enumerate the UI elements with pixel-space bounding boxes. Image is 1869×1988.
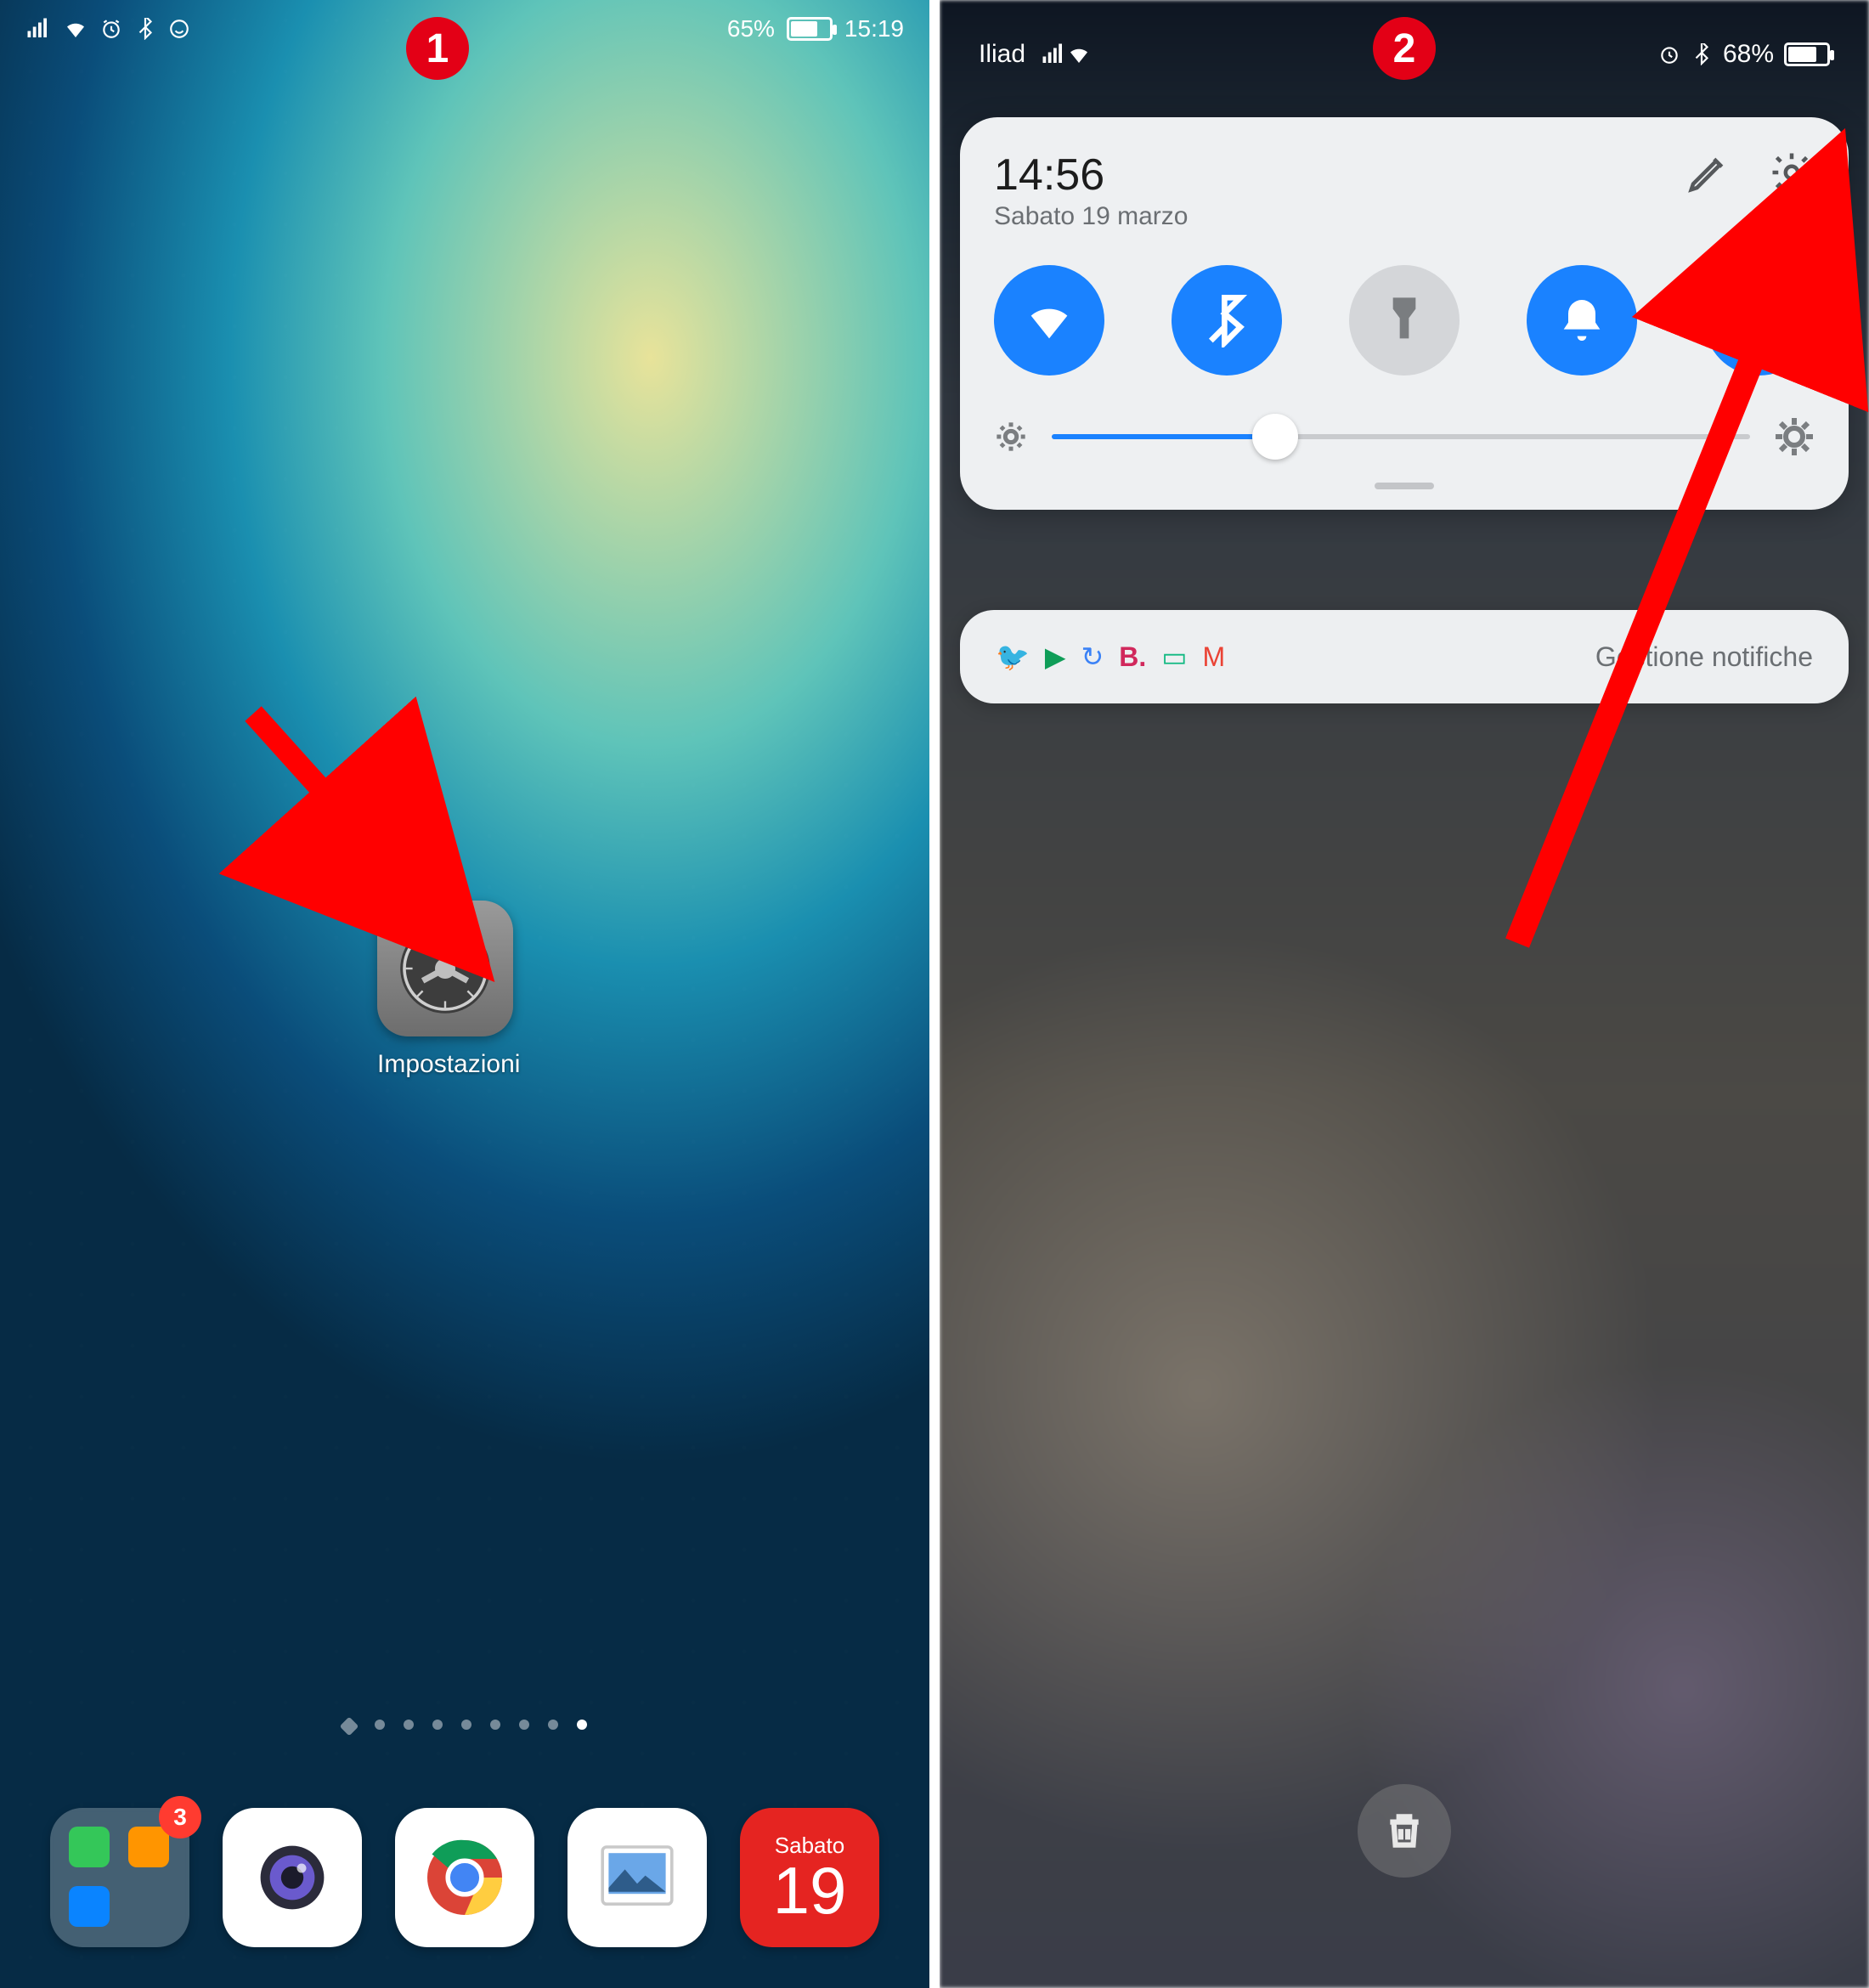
gear-icon — [394, 918, 496, 1019]
expand-handle[interactable] — [1375, 483, 1434, 489]
bluetooth-icon — [1691, 43, 1713, 65]
notification-app-icons: 🐦 ▶ ↻ B. ▭ M — [996, 641, 1225, 673]
alarm-icon — [100, 18, 122, 40]
trash-icon — [1383, 1810, 1426, 1852]
sync-icon: ↻ — [1081, 641, 1104, 673]
page-dot[interactable] — [490, 1720, 500, 1730]
wifi-icon — [1022, 293, 1076, 347]
dock: 3 Sabato 19 — [0, 1808, 929, 1947]
dock-gallery[interactable] — [567, 1808, 707, 1947]
toggle-wifi[interactable] — [994, 265, 1104, 376]
alarm-icon — [1658, 43, 1680, 65]
toggle-bluetooth[interactable] — [1172, 265, 1282, 376]
step-badge-2: 2 — [1373, 17, 1436, 80]
page-dot[interactable] — [375, 1720, 385, 1730]
annotation-arrow — [236, 697, 457, 918]
battery-percent: 68% — [1723, 40, 1774, 69]
battery-icon — [1784, 42, 1830, 66]
battery-icon — [787, 17, 833, 41]
chrome-icon — [418, 1831, 511, 1924]
slider-thumb[interactable] — [1252, 414, 1298, 460]
gmail-icon: M — [1203, 641, 1226, 673]
settings-app-label: Impostazioni — [377, 1050, 520, 1079]
calendar-daynum: 19 — [773, 1859, 847, 1922]
clear-notifications-button[interactable] — [1358, 1784, 1451, 1878]
bluetooth-icon — [134, 18, 156, 40]
play-icon: ▶ — [1045, 641, 1066, 673]
dock-calendar[interactable]: Sabato 19 — [740, 1808, 879, 1947]
page-indicator[interactable] — [0, 1720, 929, 1733]
carrier-label: Iliad — [979, 40, 1025, 69]
brightness-low-icon — [994, 420, 1028, 454]
page-dot[interactable] — [461, 1720, 471, 1730]
qs-clock: 14:56 — [994, 150, 1188, 200]
screenshot-step-2: Iliad 68% 2 14:56 Sabato 19 marzo — [940, 0, 1869, 1988]
camera-icon — [246, 1831, 339, 1924]
gear-icon[interactable] — [1769, 150, 1815, 195]
home-page-dot[interactable] — [340, 1717, 359, 1737]
dock-chrome[interactable] — [395, 1808, 534, 1947]
clock: 15:19 — [844, 15, 904, 42]
signal-icon — [1041, 42, 1066, 67]
twitter-icon: 🐦 — [996, 641, 1030, 673]
laptop-icon: ▭ — [1161, 641, 1187, 673]
settings-app-icon[interactable] — [377, 901, 513, 1036]
signal-icon — [25, 16, 51, 42]
step-badge-1: 1 — [406, 17, 469, 80]
battery-percent: 65% — [727, 15, 775, 42]
qs-date: Sabato 19 marzo — [994, 202, 1188, 231]
whatsapp-icon — [168, 18, 190, 40]
page-dot[interactable] — [404, 1720, 414, 1730]
page-dot[interactable] — [432, 1720, 443, 1730]
b-app-icon: B. — [1119, 641, 1146, 673]
gallery-icon — [586, 1827, 688, 1929]
page-dot[interactable] — [519, 1720, 529, 1730]
bluetooth-icon — [1200, 293, 1254, 347]
flashlight-icon — [1377, 293, 1431, 347]
dock-camera[interactable] — [223, 1808, 362, 1947]
edit-icon[interactable] — [1685, 150, 1731, 195]
folder-badge: 3 — [159, 1796, 201, 1838]
settings-app[interactable]: Impostazioni — [377, 901, 520, 1079]
wifi-icon — [63, 16, 88, 42]
screenshot-step-1: 65% 15:19 1 Impostazioni — [0, 0, 929, 1988]
wifi-icon — [1066, 42, 1092, 67]
dock-folder[interactable]: 3 — [50, 1808, 189, 1947]
toggle-flashlight[interactable] — [1349, 265, 1460, 376]
page-dot[interactable] — [548, 1720, 558, 1730]
page-dot-current[interactable] — [577, 1720, 587, 1730]
annotation-arrow — [1466, 212, 1840, 960]
